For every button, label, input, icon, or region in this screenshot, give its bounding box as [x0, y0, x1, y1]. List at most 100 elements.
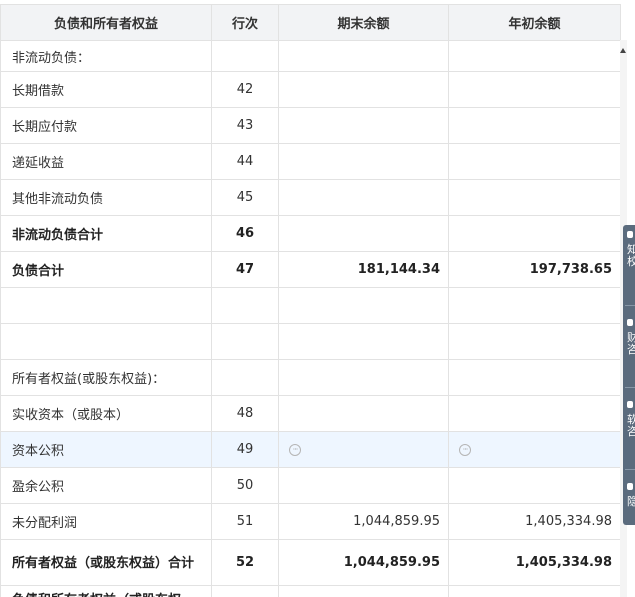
table-row-long-term-loans: 长期借款 42 — [0, 71, 621, 108]
row-end-balance — [278, 287, 449, 324]
ellipsis-circle-icon[interactable]: ··· — [459, 443, 471, 456]
table-header-row: 负债和所有者权益 行次 期末余额 年初余额 — [0, 4, 621, 41]
row-line-no: 47 — [211, 251, 279, 288]
row-line-no: 51 — [211, 503, 279, 540]
row-line-no — [211, 585, 279, 597]
row-begin-balance: 1,405,334.98 — [448, 539, 621, 586]
row-item-name: 资本公积 — [0, 431, 212, 468]
row-item-name: 非流动负债： — [0, 40, 212, 72]
table-row-blank — [0, 287, 621, 324]
table-row-other-noncurrent-liabilities: 其他非流动负债 45 — [0, 179, 621, 216]
row-end-balance[interactable]: 1,044,859.95 — [278, 503, 449, 540]
row-item-name: 非流动负债合计 — [0, 215, 212, 252]
side-item-label: 财 咨 — [627, 331, 635, 356]
row-end-balance — [278, 323, 449, 360]
table-row-noncurrent-liabilities-total: 非流动负债合计 46 — [0, 215, 621, 252]
book-icon — [627, 231, 633, 238]
row-item-name: 实收资本（或股本） — [0, 395, 212, 432]
table-row-paid-in-capital: 实收资本（或股本） 48 — [0, 395, 621, 432]
side-divider — [625, 387, 635, 388]
side-tool-panel: 知 校 财 咨 软 咨 隐 — [623, 225, 635, 525]
table-row-long-term-payables: 长期应付款 43 — [0, 107, 621, 144]
row-line-no: 43 — [211, 107, 279, 144]
row-begin-balance — [448, 323, 621, 360]
row-end-balance — [278, 585, 449, 597]
table-row-equity-total: 所有者权益（或股东权益）合计 52 1,044,859.95 1,405,334… — [0, 539, 621, 586]
header-begin-balance: 年初余额 — [448, 4, 621, 41]
chat-icon — [627, 401, 633, 408]
table-row-deferred-income: 递延收益 44 — [0, 143, 621, 180]
table-row-surplus-reserve: 盈余公积 50 — [0, 467, 621, 504]
row-line-no: 46 — [211, 215, 279, 252]
row-end-balance[interactable]: ··· — [278, 431, 449, 468]
row-end-balance: 1,044,859.95 — [278, 539, 449, 586]
row-begin-balance[interactable]: 1,405,334.98 — [448, 503, 621, 540]
table-row-total-liabilities: 负债合计 47 181,144.34 197,738.65 — [0, 251, 621, 288]
row-end-balance[interactable] — [278, 467, 449, 504]
row-end-balance — [278, 359, 449, 396]
header-item-name: 负债和所有者权益 — [0, 4, 212, 41]
side-item-hide[interactable]: 隐 — [623, 483, 635, 508]
table-row-capital-reserve: 资本公积 49 ··· ··· — [0, 431, 621, 468]
row-item-name: 长期应付款 — [0, 107, 212, 144]
row-item-name: 递延收益 — [0, 143, 212, 180]
side-item-finance-consult[interactable]: 财 咨 — [623, 319, 635, 356]
row-begin-balance[interactable] — [448, 467, 621, 504]
balance-sheet-viewport: 负债和所有者权益 行次 期末余额 年初余额 非流动负债： 长期借款 42 长期应… — [0, 0, 635, 597]
row-end-balance[interactable] — [278, 40, 449, 72]
row-item-name: 负债合计 — [0, 251, 212, 288]
side-item-label: 知 校 — [627, 243, 635, 268]
row-end-balance[interactable] — [278, 143, 449, 180]
row-item-name: 所有者权益(或股东权益)： — [0, 359, 212, 396]
row-line-no: 45 — [211, 179, 279, 216]
row-begin-balance: 197,738.65 — [448, 251, 621, 288]
row-item-name: 负债和所有者权益（或股东权 — [0, 585, 212, 597]
row-end-balance[interactable] — [278, 71, 449, 108]
row-begin-balance[interactable] — [448, 395, 621, 432]
table-row-noncurrent-liabilities-heading: 非流动负债： — [0, 40, 621, 72]
headset-icon — [627, 483, 633, 490]
side-item-software-consult[interactable]: 软 咨 — [623, 401, 635, 438]
side-item-label: 隐 — [627, 495, 635, 508]
header-end-balance: 期末余额 — [278, 4, 449, 41]
row-end-balance[interactable] — [278, 107, 449, 144]
row-begin-balance[interactable] — [448, 107, 621, 144]
row-line-no: 50 — [211, 467, 279, 504]
row-begin-balance — [448, 359, 621, 396]
row-end-balance[interactable] — [278, 395, 449, 432]
side-item-label: 软 咨 — [627, 413, 635, 438]
row-end-balance: 181,144.34 — [278, 251, 449, 288]
ellipsis-circle-icon[interactable]: ··· — [289, 443, 301, 456]
row-item-name — [0, 323, 212, 360]
row-line-no — [211, 40, 279, 72]
row-line-no: 48 — [211, 395, 279, 432]
row-item-name: 其他非流动负债 — [0, 179, 212, 216]
row-begin-balance[interactable] — [448, 179, 621, 216]
row-line-no: 49 — [211, 431, 279, 468]
header-line-no: 行次 — [211, 4, 279, 41]
balance-sheet-table: 负债和所有者权益 行次 期末余额 年初余额 非流动负债： 长期借款 42 长期应… — [0, 4, 621, 597]
row-begin-balance — [448, 215, 621, 252]
row-line-no — [211, 323, 279, 360]
person-icon — [627, 319, 633, 326]
row-begin-balance[interactable] — [448, 40, 621, 72]
row-item-name: 长期借款 — [0, 71, 212, 108]
side-item-knowledge[interactable]: 知 校 — [623, 231, 635, 268]
scroll-up-arrow-icon[interactable] — [620, 48, 626, 53]
row-begin-balance — [448, 287, 621, 324]
row-end-balance[interactable] — [278, 179, 449, 216]
row-line-no — [211, 359, 279, 396]
side-divider — [625, 305, 635, 306]
row-begin-balance[interactable] — [448, 143, 621, 180]
row-line-no — [211, 287, 279, 324]
side-divider — [625, 469, 635, 470]
row-item-name: 所有者权益（或股东权益）合计 — [0, 539, 212, 586]
row-begin-balance — [448, 585, 621, 597]
row-begin-balance[interactable] — [448, 71, 621, 108]
table-row-equity-heading: 所有者权益(或股东权益)： — [0, 359, 621, 396]
table-row-undistributed-profit: 未分配利润 51 1,044,859.95 1,405,334.98 — [0, 503, 621, 540]
row-item-name — [0, 287, 212, 324]
row-line-no: 52 — [211, 539, 279, 586]
row-line-no: 44 — [211, 143, 279, 180]
row-begin-balance[interactable]: ··· — [448, 431, 621, 468]
